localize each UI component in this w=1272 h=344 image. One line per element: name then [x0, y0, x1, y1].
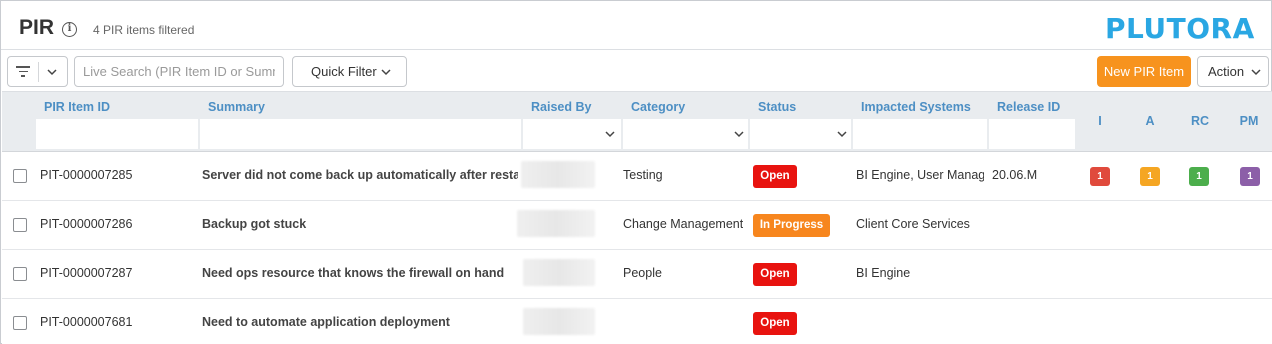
- column-label: Release ID: [997, 100, 1061, 114]
- cell-impacted-systems: Client Core Services: [856, 217, 970, 231]
- column-header-pm[interactable]: PM: [1226, 92, 1272, 152]
- column-header-rc[interactable]: RC: [1176, 92, 1224, 152]
- chevron-down-icon[interactable]: [47, 67, 57, 77]
- column-label: Status: [758, 100, 797, 114]
- column-header-a[interactable]: A: [1126, 92, 1174, 152]
- panel-header: PIR i 4 PIR items filtered PLUTORA: [1, 1, 1271, 50]
- column-header-i[interactable]: I: [1076, 92, 1124, 152]
- column-label: RC: [1190, 114, 1210, 128]
- column-filter[interactable]: [36, 119, 198, 149]
- pill-pm[interactable]: 1: [1240, 167, 1260, 186]
- status-badge: Open: [753, 263, 797, 286]
- action-button[interactable]: Action: [1197, 56, 1269, 87]
- toolbar: Quick Filter New PIR Item Action: [1, 51, 1271, 91]
- column-filter[interactable]: [853, 119, 987, 149]
- column-header-impacted-systems[interactable]: Impacted Systems: [853, 92, 987, 152]
- table-row[interactable]: PIT-0000007681 Need to automate applicat…: [2, 299, 1272, 344]
- info-icon[interactable]: i: [62, 22, 77, 37]
- row-checkbox[interactable]: [13, 169, 27, 183]
- raised-by-redacted: [523, 259, 595, 286]
- new-pir-item-button[interactable]: New PIR Item: [1097, 56, 1191, 87]
- pill-a[interactable]: 1: [1140, 167, 1160, 186]
- column-header-summary[interactable]: Summary: [200, 92, 521, 152]
- status-badge: Open: [753, 312, 797, 335]
- cell-impacted-systems: BI Engine, User Management: [856, 168, 984, 182]
- column-label: I: [1098, 114, 1102, 128]
- chevron-down-icon: [1251, 67, 1261, 77]
- table-row[interactable]: PIT-0000007287 Need ops resource that kn…: [2, 250, 1272, 299]
- cell-category: Change Management: [623, 217, 744, 231]
- column-header-status[interactable]: Status: [750, 92, 851, 152]
- column-label: Category: [631, 100, 686, 114]
- table-row[interactable]: PIT-0000007286 Backup got stuck Change M…: [2, 201, 1272, 250]
- cell-summary[interactable]: Need to automate application deployment: [202, 315, 518, 329]
- column-label: A: [1145, 114, 1155, 128]
- chevron-down-icon: [381, 67, 391, 77]
- row-checkbox[interactable]: [13, 267, 27, 281]
- cell-summary[interactable]: Need ops resource that knows the firewal…: [202, 266, 518, 280]
- raised-by-redacted: [517, 210, 595, 237]
- pir-grid-panel: PIR i 4 PIR items filtered PLUTORA Quick…: [0, 0, 1272, 344]
- column-header-category[interactable]: Category: [623, 92, 748, 152]
- column-filter[interactable]: [200, 119, 521, 149]
- column-filter[interactable]: [750, 119, 851, 149]
- column-header-id[interactable]: PIR Item ID: [36, 92, 198, 152]
- column-filter[interactable]: [623, 119, 748, 149]
- cell-id[interactable]: PIT-0000007285: [40, 168, 132, 182]
- cell-id[interactable]: PIT-0000007287: [40, 266, 132, 280]
- chevron-down-icon[interactable]: [605, 129, 615, 139]
- cell-summary[interactable]: Backup got stuck: [202, 217, 518, 231]
- row-checkbox[interactable]: [13, 316, 27, 330]
- column-label: PM: [1239, 114, 1259, 128]
- search-input[interactable]: [74, 56, 284, 87]
- pill-i[interactable]: 1: [1090, 167, 1110, 186]
- quick-filter-button[interactable]: Quick Filter: [292, 56, 407, 87]
- filter-dropdown[interactable]: [7, 56, 68, 87]
- cell-id[interactable]: PIT-0000007286: [40, 217, 132, 231]
- quick-filter-label: Quick Filter: [311, 64, 377, 79]
- pill-rc[interactable]: 1: [1189, 167, 1209, 186]
- cell-summary[interactable]: Server did not come back up automaticall…: [202, 168, 518, 182]
- column-label: Raised By: [531, 100, 592, 114]
- filtered-count: 4 PIR items filtered: [93, 23, 195, 37]
- raised-by-redacted: [521, 161, 595, 188]
- action-label: Action: [1208, 64, 1245, 79]
- chevron-down-icon[interactable]: [837, 129, 847, 139]
- column-label: Summary: [208, 100, 265, 114]
- raised-by-redacted: [523, 308, 595, 335]
- column-label: PIR Item ID: [44, 100, 110, 114]
- column-filter[interactable]: [523, 119, 621, 149]
- table-row[interactable]: PIT-0000007285 Server did not come back …: [2, 152, 1272, 201]
- status-badge: In Progress: [753, 214, 830, 237]
- cell-category: People: [623, 266, 662, 280]
- column-filter[interactable]: [989, 119, 1075, 149]
- row-checkbox[interactable]: [13, 218, 27, 232]
- cell-category: Testing: [623, 168, 663, 182]
- filter-icon[interactable]: [16, 66, 30, 78]
- chevron-down-icon[interactable]: [734, 129, 744, 139]
- column-header-release-id[interactable]: Release ID: [989, 92, 1075, 152]
- page-title: PIR: [19, 16, 55, 39]
- cell-release-id[interactable]: 20.06.M: [992, 168, 1037, 182]
- cell-impacted-systems: BI Engine: [856, 266, 911, 280]
- table-header: PIR Item ID Summary Raised By Category S…: [2, 91, 1272, 152]
- plutora-logo: PLUTORA: [1105, 12, 1255, 45]
- cell-id[interactable]: PIT-0000007681: [40, 315, 132, 329]
- column-label: Impacted Systems: [861, 100, 971, 114]
- status-badge: Open: [753, 165, 797, 188]
- divider: [38, 62, 39, 82]
- column-header-raised-by[interactable]: Raised By: [523, 92, 621, 152]
